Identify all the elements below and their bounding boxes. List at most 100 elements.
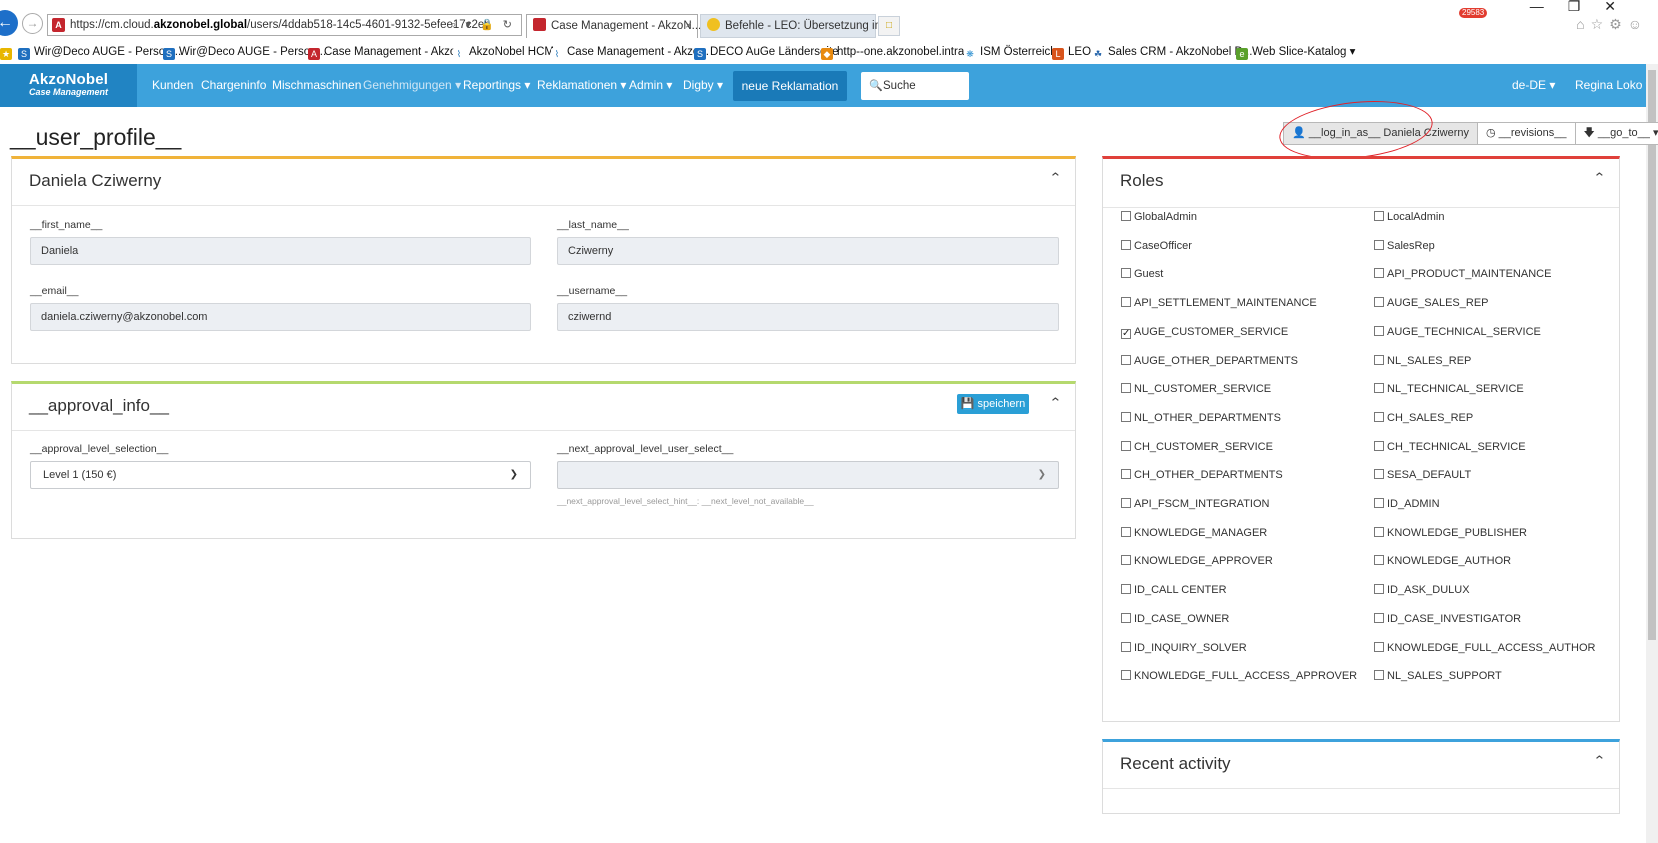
role-checkbox[interactable]: KNOWLEDGE_APPROVER: [1121, 555, 1273, 567]
role-checkbox[interactable]: ID_INQUIRY_SOLVER: [1121, 641, 1247, 654]
checkbox-icon[interactable]: [1374, 584, 1384, 595]
first-name-field[interactable]: Daniela: [30, 237, 531, 265]
approval-level-select[interactable]: Level 1 (150 €) ❯: [30, 461, 531, 489]
checkbox-icon[interactable]: [1374, 383, 1384, 394]
collapse-chevron-icon[interactable]: ⌃: [1049, 170, 1062, 186]
nav-kunden[interactable]: Kunden: [152, 64, 193, 107]
email-field[interactable]: daniela.cziwerny@akzonobel.com: [30, 303, 531, 331]
checkbox-icon[interactable]: [1121, 440, 1131, 451]
checkbox-icon[interactable]: [1121, 268, 1131, 279]
checkbox-icon[interactable]: [1374, 555, 1384, 566]
checkbox-icon[interactable]: [1121, 670, 1131, 681]
role-checkbox[interactable]: KNOWLEDGE_FULL_ACCESS_APPROVER: [1121, 670, 1357, 682]
nav-digby[interactable]: Digby ▾: [683, 64, 723, 107]
collapse-chevron-icon[interactable]: ⌃: [1593, 753, 1606, 769]
user-menu[interactable]: Regina Loko ▾: [1575, 64, 1652, 107]
role-checkbox[interactable]: AUGE_OTHER_DEPARTMENTS: [1121, 354, 1298, 367]
role-checkbox[interactable]: NL_TECHNICAL_SERVICE: [1374, 383, 1524, 395]
nav-reportings[interactable]: Reportings ▾: [463, 64, 530, 107]
role-checkbox[interactable]: SalesRep: [1374, 239, 1435, 252]
bookmark-item[interactable]: S Wir@Deco AUGE - Person...: [163, 41, 326, 63]
revisions-button[interactable]: ◷ __revisions__: [1476, 122, 1576, 145]
nav-genehmigungen[interactable]: Genehmigungen ▾: [363, 64, 461, 107]
checkbox-icon[interactable]: [1121, 469, 1131, 480]
role-checkbox[interactable]: ID_CALL CENTER: [1121, 584, 1227, 596]
role-checkbox[interactable]: NL_CUSTOMER_SERVICE: [1121, 383, 1271, 395]
role-checkbox[interactable]: CH_TECHNICAL_SERVICE: [1374, 440, 1526, 453]
nav-admin[interactable]: Admin ▾: [629, 64, 672, 107]
role-checkbox[interactable]: ID_ASK_DULUX: [1374, 584, 1470, 596]
collapse-chevron-icon[interactable]: ⌃: [1593, 170, 1606, 186]
checkbox-icon[interactable]: [1374, 239, 1384, 250]
browser-tool-icons[interactable]: ⌂☆⚙☺: [1576, 16, 1648, 33]
role-checkbox[interactable]: KNOWLEDGE_AUTHOR: [1374, 555, 1511, 567]
address-controls-icon[interactable]: ⌕ ▾ 🔒 ↻: [450, 15, 515, 35]
checkbox-icon[interactable]: [1121, 641, 1131, 652]
role-checkbox[interactable]: AUGE_SALES_REP: [1374, 297, 1489, 309]
forward-arrow-icon[interactable]: →: [22, 13, 43, 34]
browser-tab-case-management[interactable]: Case Management - AkzoN... ×: [526, 14, 701, 38]
role-checkbox[interactable]: CH_OTHER_DEPARTMENTS: [1121, 469, 1283, 481]
window-controls-icon[interactable]: —❐✕: [1530, 0, 1640, 15]
new-complaint-button[interactable]: neue Reklamation: [733, 71, 847, 101]
checkbox-icon[interactable]: [1374, 440, 1384, 451]
checkbox-icon[interactable]: [1374, 354, 1384, 365]
checkbox-icon[interactable]: [1374, 670, 1384, 681]
tab-close-icon[interactable]: ×: [685, 15, 692, 37]
checkbox-icon[interactable]: [1121, 211, 1131, 221]
checked-checkbox-icon[interactable]: ✓: [1121, 328, 1131, 339]
checkbox-icon[interactable]: [1374, 612, 1384, 623]
bookmark-item[interactable]: ◆ http--one.akzonobel.intra...: [821, 41, 974, 63]
save-button[interactable]: 💾 speichern: [957, 394, 1029, 414]
role-checkbox[interactable]: ID_CASE_INVESTIGATOR: [1374, 612, 1521, 625]
checkbox-icon[interactable]: [1121, 354, 1131, 365]
address-url[interactable]: https://cm.cloud.akzonobel.global/users/…: [70, 15, 490, 35]
role-checkbox[interactable]: CaseOfficer: [1121, 239, 1192, 252]
go-to-button[interactable]: 🡇 __go_to__ ▾: [1574, 122, 1658, 145]
role-checkbox[interactable]: API_PRODUCT_MAINTENANCE: [1374, 268, 1551, 280]
last-name-field[interactable]: Cziwerny: [557, 237, 1059, 265]
role-checkbox[interactable]: CH_CUSTOMER_SERVICE: [1121, 440, 1273, 453]
search-input[interactable]: 🔍 Suche: [861, 72, 969, 100]
vertical-scrollbar[interactable]: [1646, 64, 1658, 843]
bookmark-item[interactable]: S DECO AuGe Länderseite: [694, 41, 839, 63]
checkbox-icon[interactable]: [1374, 297, 1384, 308]
nav-reklamationen[interactable]: Reklamationen ▾: [537, 64, 626, 107]
bookmark-item[interactable]: ⌇ Case Management - Akzo...: [551, 41, 709, 63]
log-in-as-button[interactable]: 👤 __log_in_as__ Daniela Cziwerny: [1283, 122, 1478, 145]
brand-logo[interactable]: AkzoNobel Case Management: [0, 64, 137, 107]
new-tab-icon[interactable]: □: [878, 16, 900, 36]
role-checkbox[interactable]: NL_SALES_REP: [1374, 354, 1471, 367]
bookmark-item[interactable]: ❋ ISM Österreich: [964, 41, 1057, 63]
role-checkbox[interactable]: AUGE_TECHNICAL_SERVICE: [1374, 325, 1541, 338]
role-checkbox[interactable]: CH_SALES_REP: [1374, 411, 1473, 424]
bookmark-item[interactable]: A Case Management - Akzo...: [308, 41, 466, 63]
checkbox-icon[interactable]: [1121, 612, 1131, 623]
role-checkbox[interactable]: Guest: [1121, 268, 1163, 280]
checkbox-icon[interactable]: [1374, 498, 1384, 508]
role-checkbox[interactable]: LocalAdmin: [1374, 211, 1444, 223]
role-checkbox[interactable]: KNOWLEDGE_FULL_ACCESS_AUTHOR: [1374, 641, 1595, 654]
checkbox-icon[interactable]: [1121, 411, 1131, 422]
bookmark-item[interactable]: e Web Slice-Katalog ▾: [1236, 41, 1355, 63]
checkbox-icon[interactable]: [1121, 239, 1131, 250]
scrollbar-thumb[interactable]: [1648, 70, 1656, 640]
browser-tab-leo[interactable]: Befehle - LEO: Übersetzung im ...: [700, 14, 897, 38]
next-approval-select[interactable]: ❯: [557, 461, 1059, 489]
back-arrow-icon[interactable]: ←: [0, 10, 18, 36]
checkbox-icon[interactable]: [1374, 641, 1384, 652]
role-checkbox[interactable]: API_SETTLEMENT_MAINTENANCE: [1121, 297, 1317, 309]
checkbox-icon[interactable]: [1121, 584, 1131, 595]
address-bar[interactable]: A https://cm.cloud.akzonobel.global/user…: [47, 14, 522, 36]
role-checkbox[interactable]: API_FSCM_INTEGRATION: [1121, 498, 1269, 510]
checkbox-icon[interactable]: [1374, 211, 1384, 221]
checkbox-icon[interactable]: [1121, 555, 1131, 566]
role-checkbox[interactable]: ✓ AUGE_CUSTOMER_SERVICE: [1121, 326, 1288, 339]
nav-chargeninfo[interactable]: Chargeninfo: [201, 64, 266, 107]
role-checkbox[interactable]: NL_OTHER_DEPARTMENTS: [1121, 411, 1281, 424]
bookmark-item[interactable]: L LEO: [1052, 41, 1091, 63]
role-checkbox[interactable]: KNOWLEDGE_PUBLISHER: [1374, 526, 1527, 539]
checkbox-icon[interactable]: [1374, 469, 1384, 480]
checkbox-icon[interactable]: [1121, 383, 1131, 394]
role-checkbox[interactable]: ID_ADMIN: [1374, 498, 1440, 510]
